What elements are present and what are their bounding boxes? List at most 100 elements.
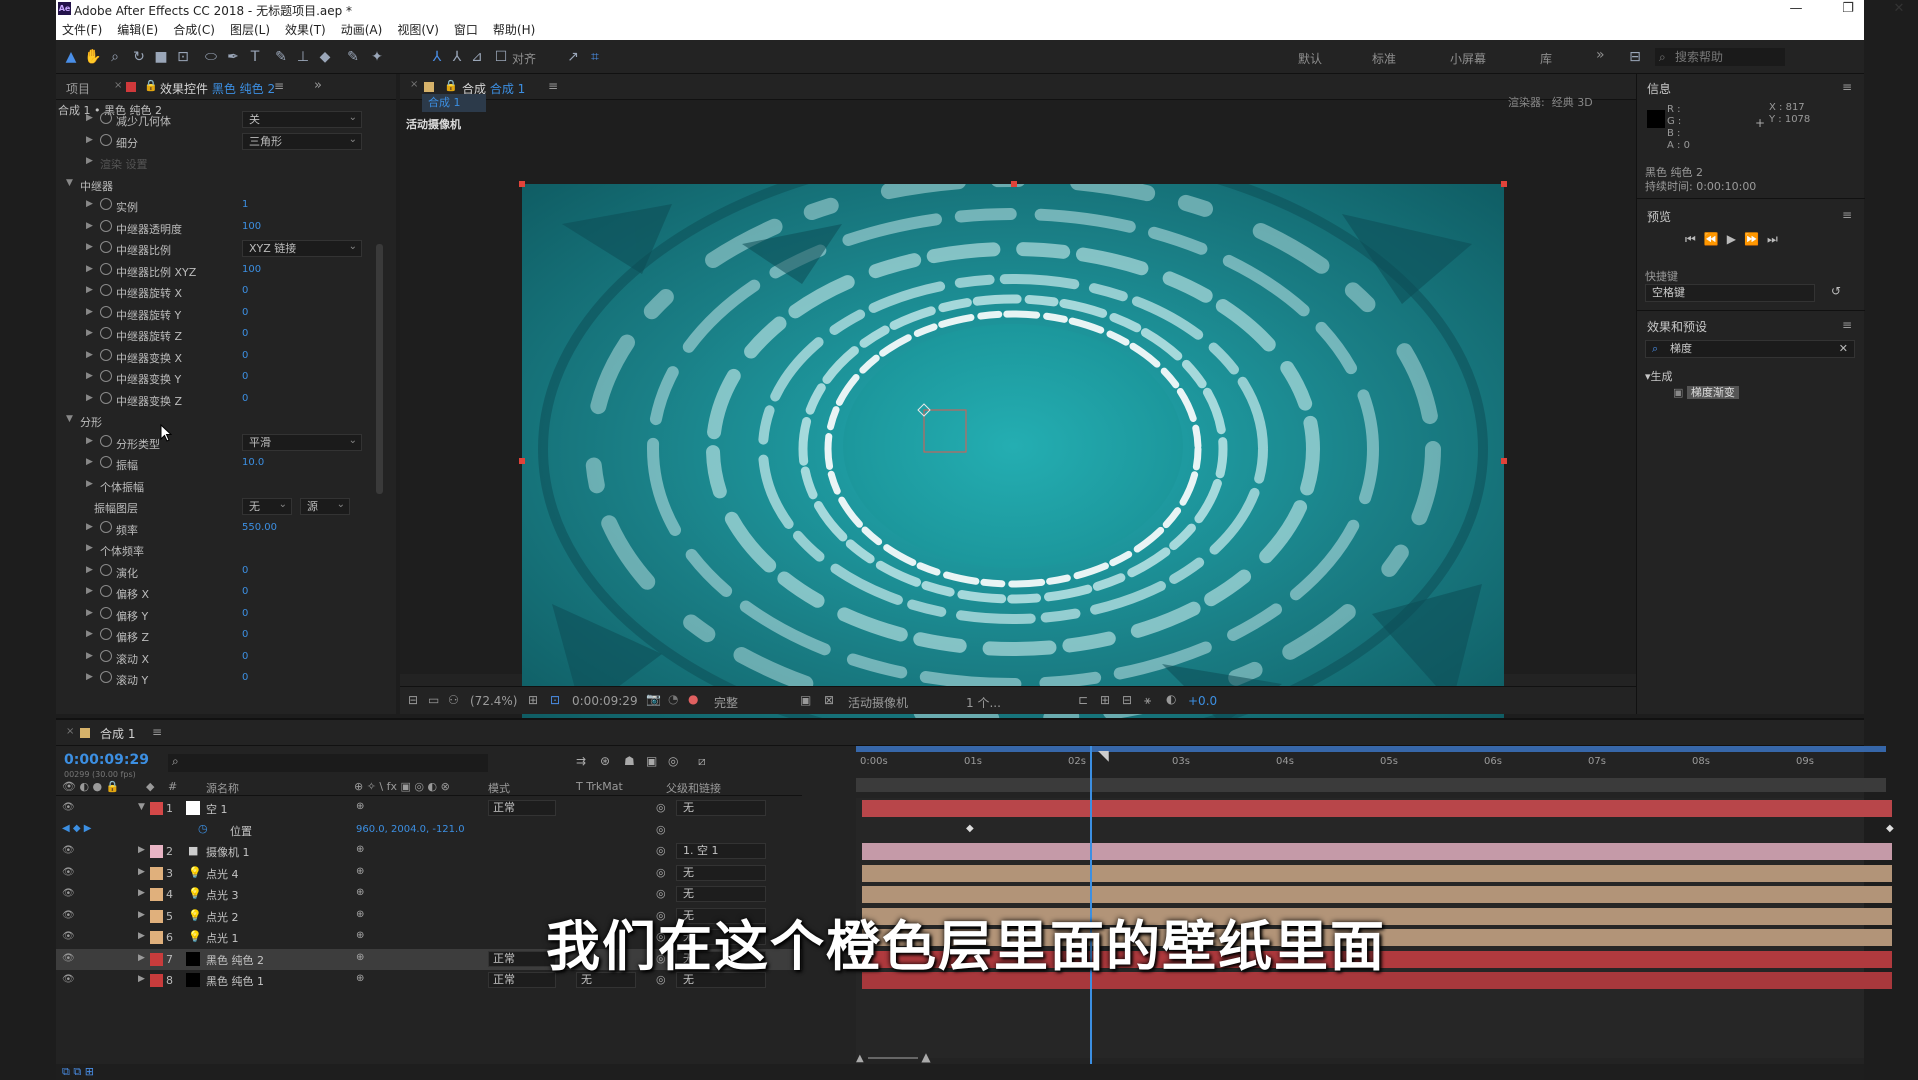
view-layout-select[interactable]: 1 个... [966, 694, 1001, 711]
effect-property-value[interactable]: 0 [242, 328, 248, 339]
snapshot-icon[interactable]: 📷 [646, 692, 661, 706]
effect-property-value[interactable]: 0 [242, 565, 248, 576]
region-interest-icon[interactable]: ⊡ [550, 693, 560, 707]
shy-switch-icon[interactable]: ⊕ [356, 973, 364, 984]
effect-row[interactable]: ▶ 频率 550.00 [56, 519, 386, 540]
effect-property-value[interactable]: 0 [242, 285, 248, 296]
fit-icon[interactable]: ⊞ [528, 693, 538, 707]
effect-row[interactable]: ▶ 中继器变换 Z 0 [56, 390, 386, 411]
layer-label-color[interactable] [150, 802, 163, 815]
disclosure-triangle-icon[interactable]: ▶ [86, 672, 93, 682]
workspace-standard[interactable]: 标准 [1372, 50, 1396, 67]
zoom-out-icon[interactable]: ▲ [856, 1053, 864, 1064]
effect-property-value[interactable]: 100 [242, 221, 261, 232]
shy-switch-icon[interactable]: ⊕ [356, 844, 364, 855]
more-workspaces-icon[interactable]: » [1596, 47, 1605, 63]
shy-switch-icon[interactable]: ⊕ [356, 952, 364, 963]
zoom-in-icon[interactable]: ▲ [921, 1050, 930, 1064]
close-tab-icon[interactable]: × [66, 726, 74, 737]
shy-switch-icon[interactable]: ⊕ [356, 866, 364, 877]
disclosure-triangle-icon[interactable]: ▶ [138, 888, 145, 898]
effect-row[interactable]: ▶ 中继器旋转 Z 0 [56, 325, 386, 346]
workspace-default[interactable]: 默认 [1298, 50, 1322, 67]
pick-whip-icon[interactable]: ◎ [656, 887, 666, 900]
disclosure-triangle-icon[interactable]: ▶ [86, 393, 93, 403]
stopwatch-icon[interactable] [100, 327, 112, 339]
disclosure-triangle-icon[interactable]: ▶ [138, 953, 145, 963]
stopwatch-icon[interactable] [100, 262, 112, 275]
effect-row[interactable]: ▶ 个体振幅 [56, 476, 386, 497]
disclosure-triangle-icon[interactable]: ▶ [86, 135, 93, 145]
effect-property-value[interactable]: 0 [242, 371, 248, 382]
stopwatch-icon[interactable] [100, 112, 112, 124]
last-frame-icon[interactable]: ⏭ [1767, 232, 1786, 246]
stopwatch-icon[interactable] [100, 219, 112, 232]
disclosure-triangle-icon[interactable]: ▶ [86, 242, 93, 252]
world-axis-icon[interactable]: ⅄ [448, 48, 466, 66]
effects-scrollbar[interactable] [376, 244, 383, 494]
zoom-level-select[interactable]: (72.4%) [470, 694, 517, 708]
brush-tool-icon[interactable]: ✎ [272, 48, 290, 66]
frame-handle-ml[interactable] [519, 458, 525, 464]
flowchart-icon[interactable]: ⚹ [1144, 693, 1151, 708]
effect-row[interactable]: ▶ 偏移 Z 0 [56, 626, 386, 647]
tab-timeline-comp[interactable]: 合成 1 [100, 725, 135, 742]
comp-toggle-icons[interactable]: ⧉ ⧉ ⊞ [62, 1065, 94, 1079]
local-axis-icon[interactable]: ⅄ [428, 48, 446, 66]
stopwatch-icon[interactable] [100, 198, 112, 210]
next-frame-icon[interactable]: ⏩ [1744, 232, 1767, 246]
preview-panel-menu-icon[interactable]: ≡ [1842, 208, 1852, 222]
first-frame-icon[interactable]: ⏮ [1685, 232, 1704, 246]
timeline-timecode[interactable]: 0:00:09:29 [64, 752, 149, 768]
stopwatch-icon[interactable] [100, 456, 112, 468]
frame-blending-icon[interactable]: ▣ [646, 754, 657, 768]
play-icon[interactable]: ▶ [1727, 232, 1744, 246]
monitor-icon[interactable]: ▭ [428, 693, 439, 707]
effect-property-value[interactable]: 0 [242, 350, 248, 361]
disclosure-triangle-icon[interactable]: ▶ [86, 586, 93, 596]
effect-row[interactable]: ▶ 细分 三角形 [56, 132, 386, 153]
effect-row[interactable]: ▶ 偏移 Y 0 [56, 605, 386, 626]
comp-mini-flowchart-icon[interactable]: ⇉ [576, 754, 586, 768]
graph-editor-icon[interactable]: ⧄ [698, 754, 706, 769]
lock-icon[interactable]: 🔒 [444, 79, 458, 92]
info-panel-menu-icon[interactable]: ≡ [1842, 80, 1852, 94]
layer-row[interactable]: 👁 ▼ 1 ⊕ 正常 ◎ 无 空 1 [56, 798, 802, 819]
stopwatch-icon[interactable] [100, 563, 112, 576]
effect-property-value[interactable]: 0 [242, 651, 248, 662]
stopwatch-icon[interactable] [100, 241, 112, 253]
disclosure-triangle-icon[interactable]: ▶ [86, 479, 93, 489]
stopwatch-icon[interactable] [100, 305, 112, 318]
effects-search-input[interactable]: ⌕ 梯度 ✕ [1645, 340, 1855, 358]
resolution-select[interactable]: 完整 [714, 694, 738, 711]
effect-property-dropdown[interactable]: 三角形 [242, 132, 362, 150]
workspace-small-screen[interactable]: 小屏幕 [1450, 50, 1486, 67]
loop-icon[interactable]: ↺ [1831, 284, 1841, 298]
stopwatch-icon[interactable]: ◷ [198, 822, 208, 835]
close-tab-icon[interactable]: × [410, 79, 418, 90]
effect-property-dropdown-2[interactable]: 源 [300, 497, 350, 515]
snapping-checkbox[interactable]: ☐ [492, 48, 510, 66]
effect-row[interactable]: ▼ 中继器 [56, 175, 386, 196]
effect-property-dropdown[interactable]: 关 [242, 110, 362, 128]
clear-search-icon[interactable]: ✕ [1839, 341, 1848, 357]
menu-window[interactable]: 窗口 [454, 21, 478, 38]
layer-label-color[interactable] [150, 888, 163, 901]
menu-file[interactable]: 文件(F) [62, 21, 102, 38]
clone-stamp-tool-icon[interactable]: ⊥ [294, 48, 312, 66]
comp-subtab[interactable]: 合成 1 [422, 94, 486, 112]
disclosure-triangle-icon[interactable]: ▶ [86, 264, 93, 274]
layer-property-row[interactable]: ◀ ◆ ▶ ◷ 960.0, 2004.0, -121.0 ◎ 位置 [56, 820, 802, 841]
effect-property-value[interactable]: 0 [242, 672, 248, 683]
menu-layer[interactable]: 图层(L) [230, 21, 270, 38]
layer-label-color[interactable] [150, 952, 163, 966]
disclosure-triangle-icon[interactable]: ▶ [86, 651, 93, 661]
layer-label-color[interactable] [150, 845, 163, 858]
show-snapshot-icon[interactable]: ◔ [668, 692, 678, 706]
effect-row[interactable]: ▶ 振幅 10.0 [56, 454, 386, 475]
effect-property-dropdown[interactable]: 平滑 [242, 433, 362, 451]
frame-handle-mr[interactable] [1501, 458, 1507, 464]
effect-row[interactable]: ▶ 偏移 X 0 [56, 583, 386, 604]
expand-panels-icon[interactable]: » [314, 78, 322, 93]
pan-behind-tool-icon[interactable]: ⊡ [174, 48, 192, 66]
